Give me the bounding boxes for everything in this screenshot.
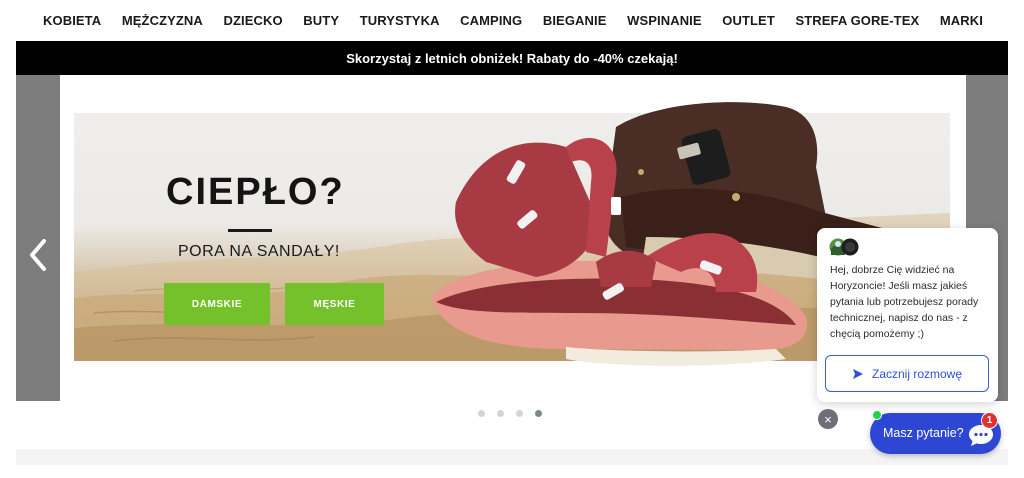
chat-close-button[interactable]: ×	[818, 409, 838, 429]
slider-dots	[478, 410, 542, 417]
nav-item-buty[interactable]: BUTY	[303, 13, 339, 28]
damskie-button[interactable]: DAMSKIE	[164, 283, 270, 325]
nav-item-mezczyzna[interactable]: MĘŻCZYZNA	[122, 13, 203, 28]
main-navigation: KOBIETA MĘŻCZYZNA DZIECKO BUTY TURYSTYKA…	[0, 0, 1024, 40]
nav-item-camping[interactable]: CAMPING	[460, 13, 522, 28]
start-chat-button[interactable]: Zacznij rozmowę	[825, 355, 989, 392]
slider-dot[interactable]	[516, 410, 523, 417]
section-divider	[16, 449, 1008, 465]
nav-item-turystyka[interactable]: TURYSTYKA	[360, 13, 440, 28]
nav-item-strefa-gore-tex[interactable]: STREFA GORE-TEX	[795, 13, 919, 28]
nav-item-kobieta[interactable]: KOBIETA	[43, 13, 101, 28]
chat-launcher-label: Masz pytanie?	[883, 426, 964, 440]
banner-subline: PORA NA SANDAŁY!	[178, 243, 340, 260]
send-icon	[852, 368, 863, 379]
unread-badge: 1	[981, 412, 998, 429]
promo-text: Skorzystaj z letnich obniżek! Rabaty do …	[346, 50, 678, 66]
chat-welcome-card: Hej, dobrze Cię widzieć na Horyzoncie! J…	[817, 228, 998, 402]
nav-item-bieganie[interactable]: BIEGANIE	[543, 13, 607, 28]
start-chat-label: Zacznij rozmowę	[871, 366, 963, 381]
slider-dot[interactable]	[478, 410, 485, 417]
slider-dot-active[interactable]	[535, 410, 542, 417]
chevron-left-icon[interactable]	[24, 235, 52, 275]
agent-avatar-icon	[829, 238, 859, 256]
headline-divider	[228, 229, 272, 232]
nav-item-dziecko[interactable]: DZIECKO	[224, 13, 283, 28]
nav-item-outlet[interactable]: OUTLET	[722, 13, 775, 28]
nav-item-wspinanie[interactable]: WSPINANIE	[627, 13, 702, 28]
chat-greeting-text: Hej, dobrze Cię widzieć na Horyzoncie! J…	[830, 264, 979, 340]
online-status-indicator	[872, 410, 882, 420]
banner-headline: CIEPŁO?	[166, 171, 345, 213]
nav-item-marki[interactable]: MARKI	[940, 13, 983, 28]
slider-dot[interactable]	[497, 410, 504, 417]
promo-bar[interactable]: Skorzystaj z letnich obniżek! Rabaty do …	[16, 41, 1008, 75]
meskie-button[interactable]: MĘSKIE	[285, 283, 384, 325]
